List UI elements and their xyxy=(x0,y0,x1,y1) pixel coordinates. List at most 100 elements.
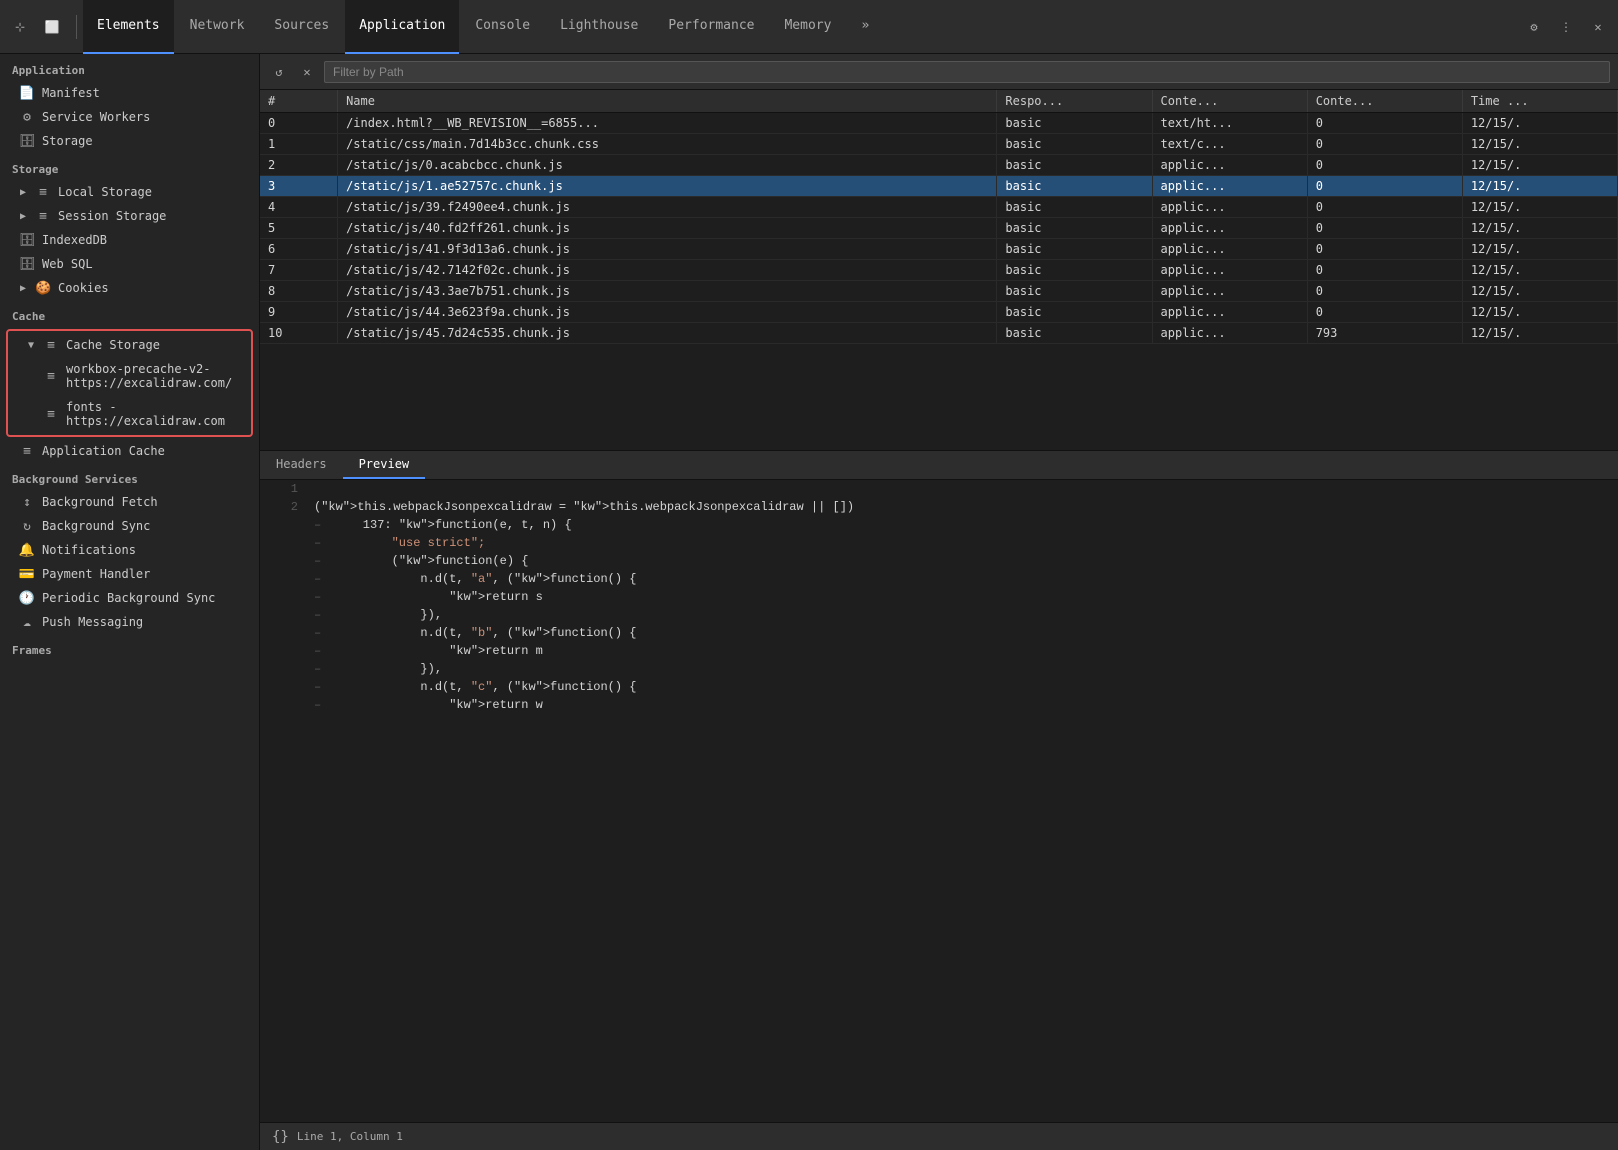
cell-num: 9 xyxy=(260,302,338,323)
settings-icon[interactable]: ⚙ xyxy=(1522,15,1546,39)
refresh-button[interactable]: ↺ xyxy=(268,61,290,83)
sidebar-item-fonts[interactable]: ≡ fonts - https://excalidraw.com xyxy=(8,395,251,433)
line-number xyxy=(268,642,298,660)
sidebar-item-bg-fetch[interactable]: ↕ Background Fetch xyxy=(0,490,259,514)
sidebar-item-service-workers[interactable]: ⚙ Service Workers xyxy=(0,105,259,129)
sidebar-item-cookies[interactable]: ▶ 🍪 Cookies xyxy=(0,276,259,300)
code-line: 1 xyxy=(260,480,1618,498)
sidebar-item-payment-handler[interactable]: 💳 Payment Handler xyxy=(0,562,259,586)
cell-time: 12/15/. xyxy=(1462,134,1617,155)
cell-name: /index.html?__WB_REVISION__=6855... xyxy=(338,113,997,134)
cell-resp: basic xyxy=(997,197,1152,218)
sidebar-item-storage[interactable]: 🗄 Storage xyxy=(0,129,259,153)
cell-name: /static/js/40.fd2ff261.chunk.js xyxy=(338,218,997,239)
sidebar-item-periodic-bg-sync[interactable]: 🕐 Periodic Background Sync xyxy=(0,586,259,610)
line-number xyxy=(268,606,298,624)
cell-ctype: applic... xyxy=(1152,302,1307,323)
code-line: 2("kw">this.webpackJsonpexcalidraw = "kw… xyxy=(260,498,1618,516)
tab-performance[interactable]: Performance xyxy=(654,0,768,54)
cell-num: 0 xyxy=(260,113,338,134)
cursor-icon[interactable]: ⊹ xyxy=(8,15,32,39)
code-text: "use strict"; xyxy=(334,534,485,552)
sidebar-item-bg-sync[interactable]: ↻ Background Sync xyxy=(0,514,259,538)
tab-sources[interactable]: Sources xyxy=(260,0,343,54)
sidebar-item-workbox[interactable]: ≡ workbox-precache-v2-https://excalidraw… xyxy=(8,357,251,395)
table-row[interactable]: 3/static/js/1.ae52757c.chunk.jsbasicappl… xyxy=(260,176,1618,197)
cell-name: /static/js/39.f2490ee4.chunk.js xyxy=(338,197,997,218)
filter-input[interactable] xyxy=(324,61,1610,83)
cache-storage-highlight: ▼ ≡ Cache Storage ≡ workbox-precache-v2-… xyxy=(6,329,253,437)
tab-application[interactable]: Application xyxy=(345,0,459,54)
line-dash: – xyxy=(314,642,326,660)
tab-elements[interactable]: Elements xyxy=(83,0,174,54)
code-view[interactable]: 12("kw">this.webpackJsonpexcalidraw = "k… xyxy=(260,480,1618,1122)
line-dash: – xyxy=(314,606,326,624)
cell-resp: basic xyxy=(997,176,1152,197)
sidebar-item-session-storage[interactable]: ▶ ≡ Session Storage xyxy=(0,204,259,228)
cell-cenc: 0 xyxy=(1307,218,1462,239)
table-row[interactable]: 10/static/js/45.7d24c535.chunk.jsbasicap… xyxy=(260,323,1618,344)
table-row[interactable]: 2/static/js/0.acabcbcc.chunk.jsbasicappl… xyxy=(260,155,1618,176)
cell-num: 6 xyxy=(260,239,338,260)
col-header-ctype: Conte... xyxy=(1152,90,1307,113)
cell-time: 12/15/. xyxy=(1462,155,1617,176)
line-number xyxy=(268,678,298,696)
cell-resp: basic xyxy=(997,323,1152,344)
clear-button[interactable]: ✕ xyxy=(296,61,318,83)
cell-num: 10 xyxy=(260,323,338,344)
cell-ctype: text/c... xyxy=(1152,134,1307,155)
expand-arrow-cookies: ▶ xyxy=(20,283,26,294)
sidebar-item-notifications[interactable]: 🔔 Notifications xyxy=(0,538,259,562)
line-dash: – xyxy=(314,660,326,678)
cache-table: # Name Respo... Conte... Conte... Time .… xyxy=(260,90,1618,344)
sidebar-item-manifest[interactable]: 📄 Manifest xyxy=(0,81,259,105)
cell-num: 5 xyxy=(260,218,338,239)
table-row[interactable]: 1/static/css/main.7d14b3cc.chunk.cssbasi… xyxy=(260,134,1618,155)
code-line: – "kw">return w xyxy=(260,696,1618,714)
tab-preview[interactable]: Preview xyxy=(343,451,426,479)
table-row[interactable]: 6/static/js/41.9f3d13a6.chunk.jsbasicapp… xyxy=(260,239,1618,260)
cell-name: /static/js/43.3ae7b751.chunk.js xyxy=(338,281,997,302)
sidebar-item-push-messaging[interactable]: ☁ Push Messaging xyxy=(0,610,259,634)
filter-bar: ↺ ✕ xyxy=(260,54,1618,90)
indexeddb-icon: 🗄 xyxy=(20,233,34,247)
cell-name: /static/js/42.7142f02c.chunk.js xyxy=(338,260,997,281)
cell-cenc: 0 xyxy=(1307,176,1462,197)
line-dash: – xyxy=(314,516,326,534)
tab-headers[interactable]: Headers xyxy=(260,451,343,479)
cell-time: 12/15/. xyxy=(1462,239,1617,260)
table-row[interactable]: 4/static/js/39.f2490ee4.chunk.jsbasicapp… xyxy=(260,197,1618,218)
tab-more[interactable]: » xyxy=(847,0,883,54)
sidebar-item-cache-storage[interactable]: ▼ ≡ Cache Storage xyxy=(8,333,251,357)
cell-time: 12/15/. xyxy=(1462,260,1617,281)
table-row[interactable]: 5/static/js/40.fd2ff261.chunk.jsbasicapp… xyxy=(260,218,1618,239)
table-row[interactable]: 9/static/js/44.3e623f9a.chunk.jsbasicapp… xyxy=(260,302,1618,323)
table-row[interactable]: 8/static/js/43.3ae7b751.chunk.jsbasicapp… xyxy=(260,281,1618,302)
col-header-name: Name xyxy=(338,90,997,113)
tab-lighthouse[interactable]: Lighthouse xyxy=(546,0,652,54)
more-options-icon[interactable]: ⋮ xyxy=(1554,15,1578,39)
tab-network[interactable]: Network xyxy=(176,0,259,54)
bg-fetch-icon: ↕ xyxy=(20,495,34,509)
tab-memory[interactable]: Memory xyxy=(770,0,845,54)
line-number xyxy=(268,570,298,588)
tab-console[interactable]: Console xyxy=(461,0,544,54)
sidebar-item-local-storage[interactable]: ▶ ≡ Local Storage xyxy=(0,180,259,204)
sidebar-item-indexeddb[interactable]: 🗄 IndexedDB xyxy=(0,228,259,252)
table-row[interactable]: 7/static/js/42.7142f02c.chunk.jsbasicapp… xyxy=(260,260,1618,281)
line-dash: – xyxy=(314,678,326,696)
cell-name: /static/js/41.9f3d13a6.chunk.js xyxy=(338,239,997,260)
expand-arrow-cache-storage: ▼ xyxy=(28,340,34,351)
table-row[interactable]: 0/index.html?__WB_REVISION__=6855...basi… xyxy=(260,113,1618,134)
line-number xyxy=(268,624,298,642)
close-icon[interactable]: ✕ xyxy=(1586,15,1610,39)
device-icon[interactable]: ⬜ xyxy=(40,15,64,39)
line-col-display: Line 1, Column 1 xyxy=(297,1130,403,1143)
cell-ctype: text/ht... xyxy=(1152,113,1307,134)
line-dash: – xyxy=(314,588,326,606)
sidebar-item-web-sql[interactable]: 🗄 Web SQL xyxy=(0,252,259,276)
bg-services-section-label: Background Services xyxy=(0,463,259,490)
code-line: – }), xyxy=(260,660,1618,678)
sidebar-item-application-cache[interactable]: ≡ Application Cache xyxy=(0,439,259,463)
cell-cenc: 0 xyxy=(1307,281,1462,302)
